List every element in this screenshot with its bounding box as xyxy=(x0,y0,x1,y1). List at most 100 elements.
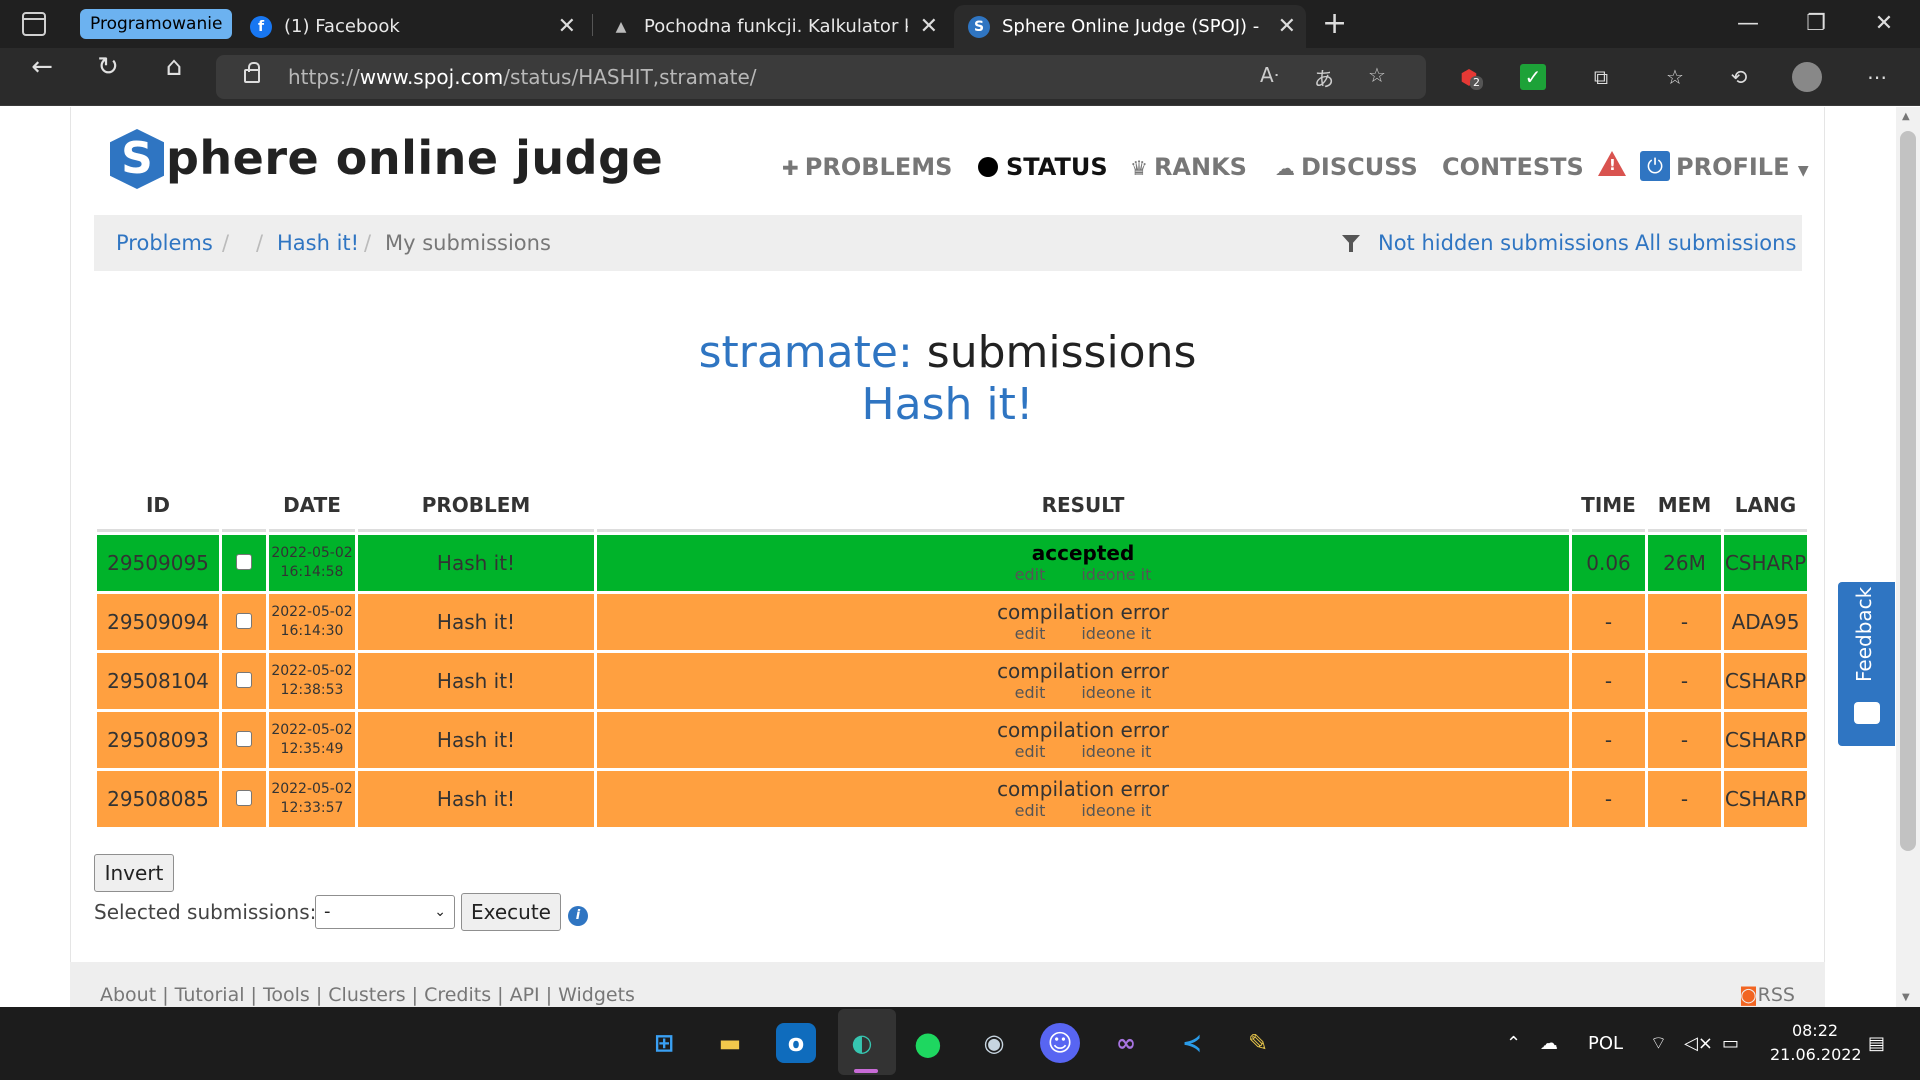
discord-icon[interactable]: ☺ xyxy=(1040,1023,1080,1063)
edge-icon[interactable]: ◐ xyxy=(842,1023,882,1063)
ideone-link[interactable]: ideone it xyxy=(1081,565,1151,584)
info-icon[interactable]: i xyxy=(568,906,588,926)
submission-id[interactable]: 29509094 xyxy=(97,594,219,650)
sticky-app-icon[interactable]: ✎ xyxy=(1238,1023,1278,1063)
scroll-down-icon[interactable]: ▼ xyxy=(1902,992,1910,1003)
nav-contests[interactable]: CONTESTS xyxy=(1442,147,1584,187)
minimize-button[interactable]: — xyxy=(1718,6,1778,42)
favorites-icon[interactable]: ☆ xyxy=(1660,62,1690,92)
adblock-extension-icon[interactable]: ⬢ 2 xyxy=(1454,62,1484,92)
tab-group-chip[interactable]: Programowanie xyxy=(80,9,233,39)
close-icon[interactable]: ✕ xyxy=(558,5,576,48)
close-icon[interactable]: ✕ xyxy=(920,5,938,48)
reload-button[interactable]: ↻ xyxy=(88,48,128,86)
notifications-icon[interactable]: ▤ xyxy=(1868,1007,1885,1080)
feedback-button[interactable]: Feedback xyxy=(1838,582,1895,746)
action-select[interactable]: - ⌄ xyxy=(315,895,455,929)
clock[interactable]: 08:22 21.06.2022 xyxy=(1770,1019,1862,1067)
vscode-icon[interactable]: ≺ xyxy=(1172,1023,1212,1063)
spotify-icon[interactable]: ● xyxy=(908,1023,948,1063)
execute-button[interactable]: Execute xyxy=(461,893,561,931)
problem-link[interactable]: Hash it! xyxy=(358,594,594,650)
nav-profile[interactable]: PROFILE ▼ xyxy=(1676,147,1809,187)
submission-checkbox[interactable] xyxy=(236,790,252,806)
warning-icon[interactable]: ! xyxy=(1598,151,1626,176)
translate-icon[interactable]: あ xyxy=(1314,63,1334,92)
all-submissions-link[interactable]: All submissions xyxy=(1635,215,1796,271)
not-hidden-submissions-link[interactable]: Not hidden submissions xyxy=(1378,215,1629,271)
problem-link[interactable]: Hash it! xyxy=(358,653,594,709)
submission-id[interactable]: 29508093 xyxy=(97,712,219,768)
ideone-link[interactable]: ideone it xyxy=(1081,624,1151,643)
tab-spoj[interactable]: S Sphere Online Judge (SPOJ) - Sta ✕ xyxy=(954,5,1306,48)
breadcrumb-problems[interactable]: Problems xyxy=(116,215,213,271)
ideone-link[interactable]: ideone it xyxy=(1081,683,1151,702)
tab-derivative[interactable]: ▲ Pochodna funkcji. Kalkulator krok ✕ xyxy=(596,5,948,48)
invert-button[interactable]: Invert xyxy=(94,854,174,892)
submission-checkbox[interactable] xyxy=(236,554,252,570)
submission-id[interactable]: 29509095 xyxy=(97,535,219,591)
visual-studio-icon[interactable]: ∞ xyxy=(1106,1023,1146,1063)
back-button[interactable]: ← xyxy=(22,48,62,86)
user-link[interactable]: stramate: xyxy=(699,327,913,378)
col-lang[interactable]: LANG xyxy=(1724,480,1807,532)
steam-icon[interactable]: ◉ xyxy=(974,1023,1014,1063)
result-status[interactable]: compilation error xyxy=(597,659,1569,683)
problem-link[interactable]: Hash it! xyxy=(358,535,594,591)
problem-link[interactable]: Hash it! xyxy=(358,712,594,768)
scroll-up-icon[interactable]: ▲ xyxy=(1902,111,1910,122)
tab-actions-icon[interactable] xyxy=(22,12,46,36)
problem-link[interactable]: Hash it! xyxy=(358,771,594,827)
checkmark-extension-icon[interactable]: ✓ xyxy=(1520,64,1546,90)
edit-link[interactable]: edit xyxy=(1015,801,1046,820)
nav-ranks[interactable]: ♛ RANKS xyxy=(1130,147,1247,187)
col-result[interactable]: RESULT xyxy=(597,480,1569,532)
onedrive-icon[interactable]: ☁ xyxy=(1540,1007,1558,1080)
restore-button[interactable]: ❐ xyxy=(1786,6,1846,42)
scrollbar[interactable]: ▲ ▼ xyxy=(1896,107,1920,1007)
submission-id[interactable]: 29508104 xyxy=(97,653,219,709)
tab-facebook[interactable]: f (1) Facebook ✕ xyxy=(236,5,586,48)
submission-checkbox[interactable] xyxy=(236,613,252,629)
volume-muted-icon[interactable]: ◁× xyxy=(1684,1007,1713,1080)
power-icon[interactable]: ⏻ xyxy=(1640,151,1670,181)
start-icon[interactable]: ⊞ xyxy=(644,1023,684,1063)
submission-checkbox[interactable] xyxy=(236,672,252,688)
history-icon[interactable]: ⟲ xyxy=(1724,62,1754,92)
outlook-icon[interactable]: o xyxy=(776,1023,816,1063)
edit-link[interactable]: edit xyxy=(1015,624,1046,643)
submission-checkbox[interactable] xyxy=(236,731,252,747)
col-id[interactable]: ID xyxy=(97,480,219,532)
col-mem[interactable]: MEM xyxy=(1648,480,1721,532)
result-status[interactable]: accepted xyxy=(597,541,1569,565)
breadcrumb-problem[interactable]: Hash it! xyxy=(277,215,359,271)
col-date[interactable]: DATE xyxy=(269,480,355,532)
col-problem[interactable]: PROBLEM xyxy=(358,480,594,532)
avatar[interactable] xyxy=(1792,62,1822,92)
result-status[interactable]: compilation error xyxy=(597,600,1569,624)
read-aloud-icon[interactable]: A͏ᐧ xyxy=(1260,63,1279,87)
nav-problems[interactable]: ✚ PROBLEMS xyxy=(782,147,952,187)
submission-id[interactable]: 29508085 xyxy=(97,771,219,827)
result-status[interactable]: compilation error xyxy=(597,777,1569,801)
wifi-icon[interactable]: ⌔ xyxy=(1650,1007,1667,1080)
ideone-link[interactable]: ideone it xyxy=(1081,801,1151,820)
more-menu-icon[interactable]: ⋯ xyxy=(1862,62,1892,92)
battery-icon[interactable]: ▭ xyxy=(1722,1007,1739,1080)
footer-links[interactable]: About | Tutorial | Tools | Clusters | Cr… xyxy=(100,984,635,1006)
scrollbar-thumb[interactable] xyxy=(1900,131,1916,851)
result-status[interactable]: compilation error xyxy=(597,718,1569,742)
edit-link[interactable]: edit xyxy=(1015,742,1046,761)
file-explorer-icon[interactable]: ▬ xyxy=(710,1023,750,1063)
nav-discuss[interactable]: ☁ DISCUSS xyxy=(1275,147,1418,187)
tray-chevron-up-icon[interactable]: ⌃ xyxy=(1506,1007,1521,1080)
rss-link[interactable]: ◙RSS xyxy=(1739,984,1795,1006)
edit-link[interactable]: edit xyxy=(1015,565,1046,584)
language-indicator[interactable]: POL xyxy=(1588,1007,1623,1080)
problem-title-link[interactable]: Hash it! xyxy=(0,379,1895,430)
home-button[interactable]: ⌂ xyxy=(154,48,194,86)
close-window-button[interactable]: ✕ xyxy=(1854,6,1914,42)
add-favorite-icon[interactable]: ☆ xyxy=(1368,63,1386,87)
col-time[interactable]: TIME xyxy=(1572,480,1645,532)
edit-link[interactable]: edit xyxy=(1015,683,1046,702)
